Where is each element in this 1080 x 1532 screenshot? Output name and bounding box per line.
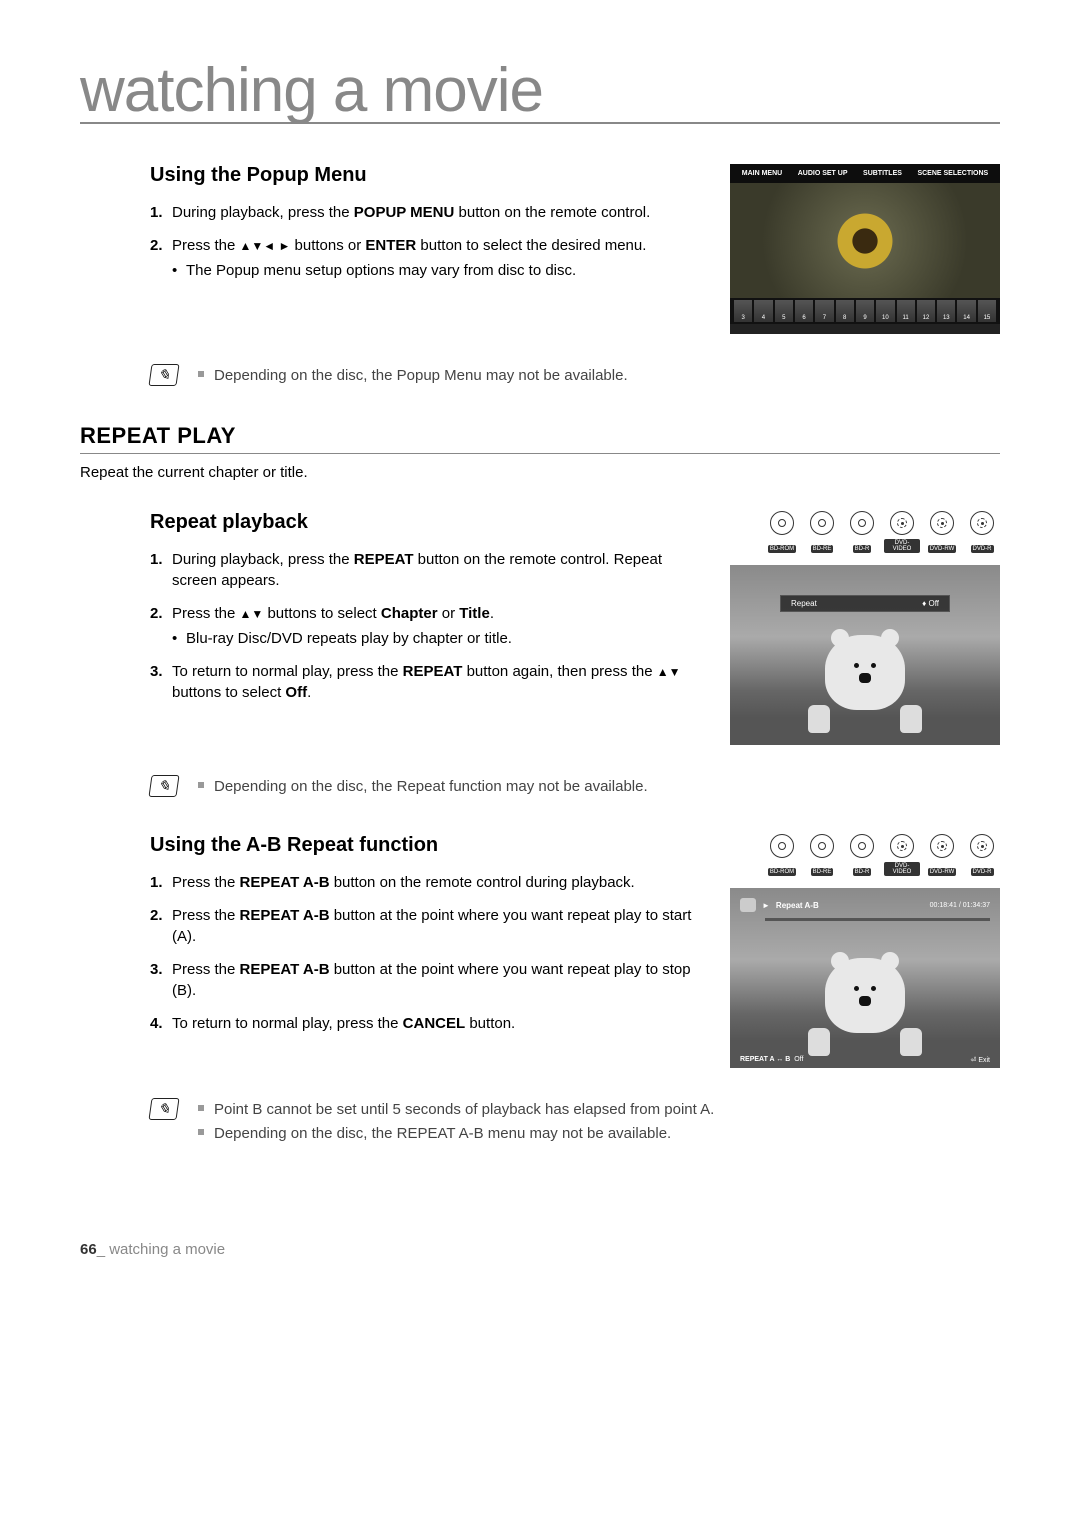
step-number: 2.: [150, 603, 172, 649]
polar-bear-image: [800, 635, 930, 745]
step-text: During playback, press the REPEAT button…: [172, 549, 700, 591]
disc-format-icons: BD-ROM BD-RE BD-R DVD-VIDEO DVD-RW DVD-R: [730, 834, 1000, 878]
repeat-osd-label: Repeat: [791, 599, 817, 608]
ab-osd-time: 00:18:41 / 01:34:37: [930, 902, 990, 909]
repeat-play-desc: Repeat the current chapter or title.: [80, 464, 1000, 481]
disc-format-icons: BD-ROM BD-RE BD-R DVD-VIDEO DVD-RW DVD-R: [730, 511, 1000, 555]
step-text: Press the REPEAT A-B button at the point…: [172, 905, 700, 947]
step-text: To return to normal play, press the CANC…: [172, 1013, 700, 1034]
note-icon: ✎: [148, 1098, 179, 1120]
step-number: 3.: [150, 959, 172, 1001]
thumbnail-strip: 3 4 5 6 7 8 9 10 11 12 13 14 15: [730, 298, 1000, 324]
note-icon: ✎: [148, 775, 179, 797]
note-text: Point B cannot be set until 5 seconds of…: [198, 1098, 714, 1122]
step-number: 2.: [150, 905, 172, 947]
popup-menu-item: MAIN MENU: [742, 170, 782, 177]
popup-menu-item: SUBTITLES: [863, 170, 902, 177]
play-icon: ►: [762, 901, 770, 910]
popup-menu-heading: Using the Popup Menu: [150, 164, 700, 187]
popup-menu-item: SCENE SELECTIONS: [917, 170, 988, 177]
step-text: Press the REPEAT A-B button on the remot…: [172, 872, 700, 893]
step-number: 4.: [150, 1013, 172, 1034]
step-number: 1.: [150, 549, 172, 591]
note-text: Depending on the disc, the Repeat functi…: [198, 775, 648, 799]
ab-osd-bottom-left: REPEAT A ↔ B Off: [740, 1056, 803, 1064]
repeat-playback-heading: Repeat playback: [150, 511, 700, 534]
repeat-osd-value: ♦ Off: [922, 599, 939, 608]
page-title: watching a movie: [80, 60, 1000, 124]
step-bullet: The Popup menu setup options may vary fr…: [172, 260, 700, 281]
step-text: Press the ▲▼ buttons to select Chapter o…: [172, 603, 700, 649]
repeat-play-heading: REPEAT PLAY: [80, 423, 1000, 454]
ab-osd-title: Repeat A-B: [776, 901, 819, 910]
page-footer: 66_ watching a movie: [80, 1241, 225, 1258]
clapper-icon: [740, 898, 756, 912]
repeat-screenshot: Repeat ♦ Off: [730, 565, 1000, 745]
ab-repeat-heading: Using the A-B Repeat function: [150, 834, 700, 857]
step-text: During playback, press the POPUP MENU bu…: [172, 202, 700, 223]
step-bullet: Blu-ray Disc/DVD repeats play by chapter…: [172, 628, 700, 649]
ab-repeat-screenshot: ► Repeat A-B 00:18:41 / 01:34:37 REPEAT …: [730, 888, 1000, 1068]
note-text: Depending on the disc, the REPEAT A-B me…: [198, 1122, 714, 1146]
polar-bear-image: [800, 958, 930, 1068]
step-text: To return to normal play, press the REPE…: [172, 661, 700, 703]
progress-bar: [765, 918, 990, 921]
note-text: Depending on the disc, the Popup Menu ma…: [198, 364, 628, 388]
step-number: 3.: [150, 661, 172, 703]
popup-menu-item: AUDIO SET UP: [798, 170, 848, 177]
ab-osd-bottom-right: ⏎ Exit: [971, 1056, 990, 1064]
popup-menu-screenshot: MAIN MENU AUDIO SET UP SUBTITLES SCENE S…: [730, 164, 1000, 334]
step-text: Press the REPEAT A-B button at the point…: [172, 959, 700, 1001]
step-number: 1.: [150, 202, 172, 223]
step-text: Press the ▲▼◄ ► buttons or ENTER button …: [172, 235, 700, 281]
step-number: 2.: [150, 235, 172, 281]
step-number: 1.: [150, 872, 172, 893]
note-icon: ✎: [148, 364, 179, 386]
